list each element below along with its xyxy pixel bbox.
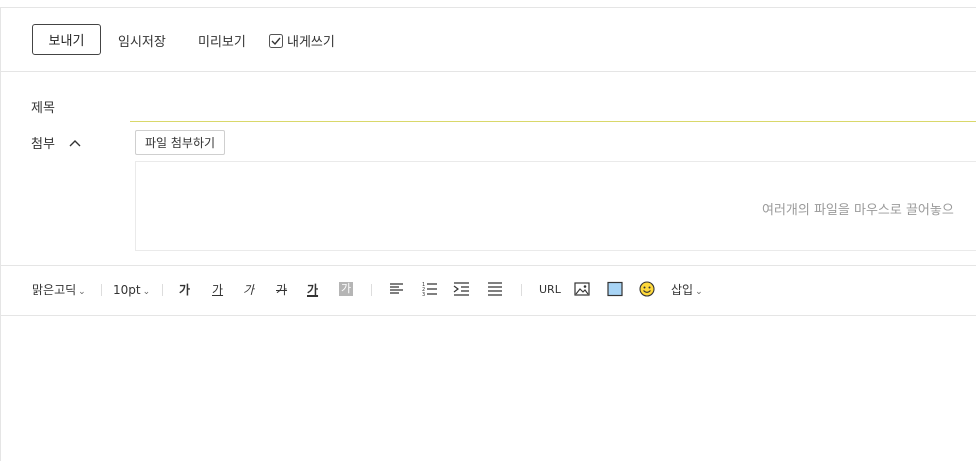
chevron-down-icon: ⌄	[142, 287, 151, 297]
compose-window: 보내기 임시저장 미리보기 내게쓰기 제목 첨부 파일 첨부하기 여러개의 파일…	[0, 7, 976, 461]
insert-menu[interactable]: 삽입 ⌄	[671, 283, 703, 299]
align-left-icon[interactable]	[389, 281, 405, 297]
subject-input[interactable]	[130, 88, 976, 122]
divider	[371, 284, 372, 296]
dropzone-hint: 여러개의 파일을 마우스로 끌어놓으	[762, 203, 954, 218]
divider	[101, 284, 102, 296]
send-button[interactable]: 보내기	[32, 24, 101, 55]
emoji-icon[interactable]	[639, 281, 655, 297]
chevron-down-icon: ⌄	[78, 287, 86, 297]
divider	[521, 284, 522, 296]
line-spacing-icon[interactable]	[487, 281, 503, 297]
subject-label: 제목	[31, 101, 55, 116]
divider	[162, 284, 163, 296]
bold-button[interactable]: 가	[179, 283, 190, 297]
chevron-down-icon: ⌄	[695, 287, 703, 297]
font-family-select[interactable]: 맑은고딕 ⌄	[32, 283, 86, 299]
font-size-value: 10pt	[113, 283, 141, 297]
chevron-up-icon[interactable]	[69, 139, 81, 147]
send-to-self-label: 내게쓰기	[287, 35, 335, 50]
compose-top-toolbar: 보내기 임시저장 미리보기 내게쓰기	[1, 8, 976, 72]
strikethrough-button[interactable]: 가	[276, 283, 287, 297]
attach-label: 첨부	[31, 137, 55, 152]
font-family-value: 맑은고딕	[32, 283, 77, 297]
attach-file-button[interactable]: 파일 첨부하기	[135, 130, 225, 155]
file-dropzone[interactable]: 여러개의 파일을 마우스로 끌어놓으	[135, 161, 976, 251]
save-draft-button[interactable]: 임시저장	[118, 31, 166, 50]
font-color-button[interactable]: 가	[307, 283, 318, 297]
indent-icon[interactable]	[453, 281, 470, 297]
underline-button[interactable]: 가	[212, 283, 223, 297]
italic-button[interactable]: 가	[243, 283, 254, 297]
insert-label: 삽입	[671, 283, 694, 297]
checkbox-icon[interactable]	[269, 33, 283, 48]
background-color-button[interactable]: 가	[339, 282, 354, 296]
insert-link-button[interactable]: URL	[539, 283, 561, 297]
image-icon[interactable]	[574, 281, 590, 297]
table-icon[interactable]	[607, 281, 623, 297]
editor-body[interactable]	[1, 316, 976, 462]
editor-toolbar: 맑은고딕 ⌄ 10pt ⌄ 가 가 가 가 가 가 1 2 3 URL 삽입 ⌄	[1, 266, 976, 316]
attach-label-row: 첨부	[31, 133, 81, 152]
svg-text:3: 3	[422, 292, 425, 297]
preview-button[interactable]: 미리보기	[198, 31, 246, 50]
send-to-self-toggle[interactable]: 내게쓰기	[269, 31, 335, 50]
numbered-list-icon[interactable]: 1 2 3	[422, 281, 438, 297]
font-size-select[interactable]: 10pt ⌄	[113, 283, 150, 299]
